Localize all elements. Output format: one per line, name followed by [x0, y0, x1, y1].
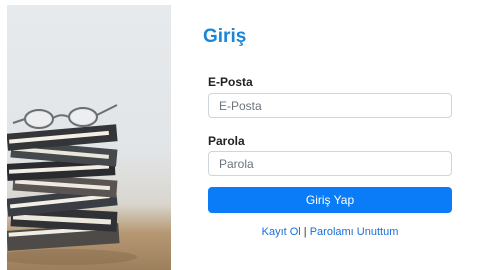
- page-title: Giriş: [203, 26, 247, 47]
- register-link[interactable]: Kayıt Ol: [262, 226, 301, 238]
- login-page: Giriş E-Posta Parola Giriş Yap Kayıt Ol …: [0, 0, 482, 270]
- password-field[interactable]: [208, 151, 452, 176]
- password-label: Parola: [208, 134, 245, 148]
- books-glasses-image: [7, 5, 171, 270]
- login-button[interactable]: Giriş Yap: [208, 187, 452, 213]
- login-form: Giriş E-Posta Parola Giriş Yap Kayıt Ol …: [171, 5, 482, 270]
- link-separator: |: [303, 226, 307, 238]
- auth-links: Kayıt Ol | Parolamı Unuttum: [208, 226, 452, 238]
- email-label: E-Posta: [208, 75, 253, 89]
- forgot-password-link[interactable]: Parolamı Unuttum: [310, 226, 399, 238]
- email-field[interactable]: [208, 93, 452, 118]
